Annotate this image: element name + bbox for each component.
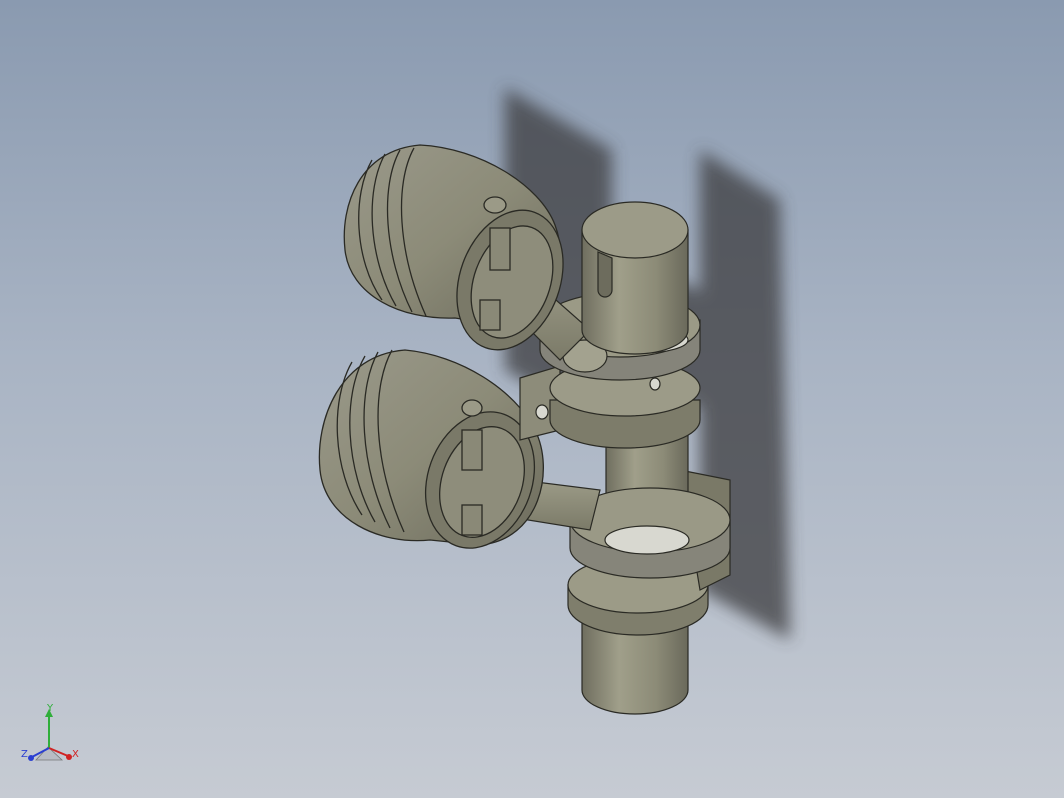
view-orientation-triad[interactable]: Y X Z — [18, 702, 88, 772]
graphics-viewport[interactable]: Y X Z — [0, 0, 1064, 798]
triad-y-label: Y — [47, 703, 54, 714]
crank-shaft-upper — [581, 201, 689, 355]
triad-x-label: X — [72, 749, 79, 760]
piston-crank-assembly-model[interactable] — [0, 0, 1064, 798]
triad-z-label: Z — [21, 749, 28, 760]
piston-lower — [318, 349, 544, 549]
